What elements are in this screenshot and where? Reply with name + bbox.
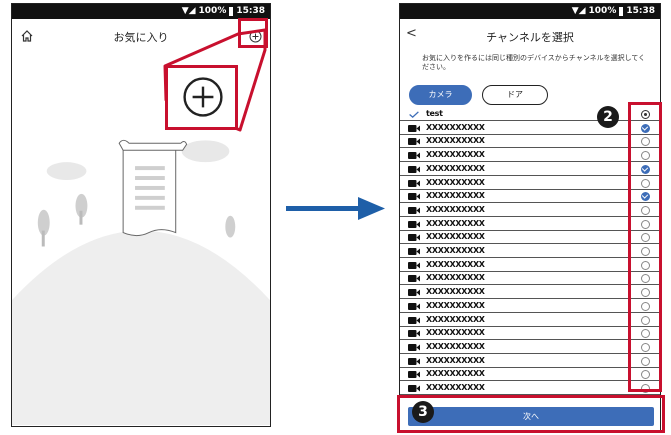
channel-label: XXXXXXXXXX — [426, 218, 485, 228]
radio-column-callout — [628, 102, 662, 392]
channel-row[interactable]: XXXXXXXXXX — [400, 327, 660, 341]
channel-row[interactable]: XXXXXXXXXX — [400, 163, 660, 176]
channel-label: XXXXXXXXXX — [426, 259, 485, 269]
channel-label: XXXXXXXXXX — [426, 300, 485, 310]
camera-icon — [408, 357, 420, 365]
channel-label: XXXXXXXXXX — [426, 191, 485, 201]
camera-icon — [408, 179, 420, 187]
camera-icon — [408, 234, 420, 242]
channel-row[interactable]: XXXXXXXXXX — [400, 245, 660, 258]
check-icon — [409, 111, 419, 118]
channel-label: XXXXXXXXXX — [426, 122, 485, 132]
camera-icon — [408, 330, 420, 338]
channel-row[interactable]: XXXXXXXXXX — [400, 122, 660, 135]
channel-row[interactable]: test — [400, 108, 660, 121]
channel-row[interactable]: XXXXXXXXXX — [400, 177, 660, 190]
camera-icon — [408, 261, 420, 269]
channel-label: XXXXXXXXXX — [426, 287, 485, 297]
channel-label: XXXXXXXXXX — [426, 150, 485, 160]
step-badge-2: 2 — [597, 106, 619, 128]
channel-label: XXXXXXXXXX — [426, 383, 485, 392]
channel-label: XXXXXXXXXX — [426, 136, 485, 146]
step-badge-3: 3 — [412, 401, 434, 423]
camera-icon — [408, 152, 420, 160]
channel-label: test — [426, 109, 443, 118]
channel-row[interactable]: XXXXXXXXXX — [400, 272, 660, 286]
channel-row[interactable]: XXXXXXXXXX — [400, 149, 660, 163]
page-title: お気に入り — [113, 31, 169, 44]
tab-camera[interactable]: カメラ — [409, 85, 472, 105]
transition-arrow — [286, 197, 385, 220]
top-bar: < チャンネルを選択 — [400, 19, 660, 52]
channel-row[interactable]: XXXXXXXXXX — [400, 300, 660, 313]
channel-label: XXXXXXXXXX — [426, 163, 485, 173]
next-button-callout — [397, 395, 665, 433]
channel-row[interactable]: XXXXXXXXXX — [400, 231, 660, 245]
channel-row[interactable]: XXXXXXXXXX — [400, 135, 660, 149]
channel-label: XXXXXXXXXX — [426, 355, 485, 365]
battery-level: 100% — [588, 6, 617, 16]
plus-circle-icon — [183, 77, 223, 117]
channel-row[interactable]: XXXXXXXXXX — [400, 355, 660, 368]
camera-icon — [408, 165, 420, 173]
channel-label: XXXXXXXXXX — [426, 328, 485, 338]
channel-row[interactable]: XXXXXXXXXX — [400, 218, 660, 231]
camera-icon — [408, 193, 420, 201]
channel-row[interactable]: XXXXXXXXXX — [400, 190, 660, 204]
battery-icon — [619, 6, 624, 16]
clock: 15:38 — [626, 6, 655, 16]
signal-icon: ▼◢ — [571, 6, 586, 16]
camera-icon — [408, 289, 420, 297]
signal-icon: ▼◢ — [181, 6, 196, 16]
channel-row[interactable]: XXXXXXXXXX — [400, 259, 660, 272]
channel-row[interactable]: XXXXXXXXXX — [400, 382, 660, 395]
camera-icon — [408, 220, 420, 228]
channel-label: XXXXXXXXXX — [426, 273, 485, 283]
channel-row[interactable]: XXXXXXXXXX — [400, 368, 660, 382]
status-bar: ▼◢ 100% 15:38 — [400, 4, 660, 19]
top-bar: お気に入り — [12, 19, 270, 52]
add-button-callout-small — [238, 18, 268, 48]
channel-row[interactable]: XXXXXXXXXX — [400, 286, 660, 300]
status-bar: ▼◢ 100% 15:38 — [12, 4, 270, 19]
channel-label: XXXXXXXXXX — [426, 232, 485, 242]
camera-icon — [408, 248, 420, 255]
channel-select-screen: ▼◢ 100% 15:38 < チャンネルを選択 お気に入りを作るには同じ種別の… — [399, 3, 661, 433]
channel-row[interactable]: XXXXXXXXXX — [400, 204, 660, 217]
camera-icon — [408, 206, 420, 214]
camera-icon — [408, 316, 420, 324]
battery-level: 100% — [198, 6, 227, 16]
add-button-callout-zoom — [165, 65, 238, 130]
camera-icon — [408, 385, 420, 392]
channel-label: XXXXXXXXXX — [426, 246, 485, 255]
channel-row[interactable]: XXXXXXXXXX — [400, 314, 660, 327]
channel-label: XXXXXXXXXX — [426, 314, 485, 324]
page-title: チャンネルを選択 — [486, 31, 574, 44]
clock: 15:38 — [236, 6, 265, 16]
channel-label: XXXXXXXXXX — [426, 369, 485, 379]
camera-icon — [408, 371, 420, 379]
battery-icon — [229, 6, 234, 16]
channel-row[interactable]: XXXXXXXXXX — [400, 341, 660, 354]
channel-label: XXXXXXXXXX — [426, 177, 485, 187]
camera-icon — [408, 138, 420, 146]
tab-door[interactable]: ドア — [482, 85, 548, 105]
instruction-text: お気に入りを作るには同じ種別のデバイスからチャンネルを選択してください。 — [422, 54, 646, 71]
channel-label: XXXXXXXXXX — [426, 204, 485, 214]
channel-label: XXXXXXXXXX — [426, 341, 485, 351]
camera-icon — [408, 302, 420, 310]
camera-icon — [408, 275, 420, 283]
camera-icon — [408, 124, 420, 132]
camera-icon — [408, 343, 420, 351]
